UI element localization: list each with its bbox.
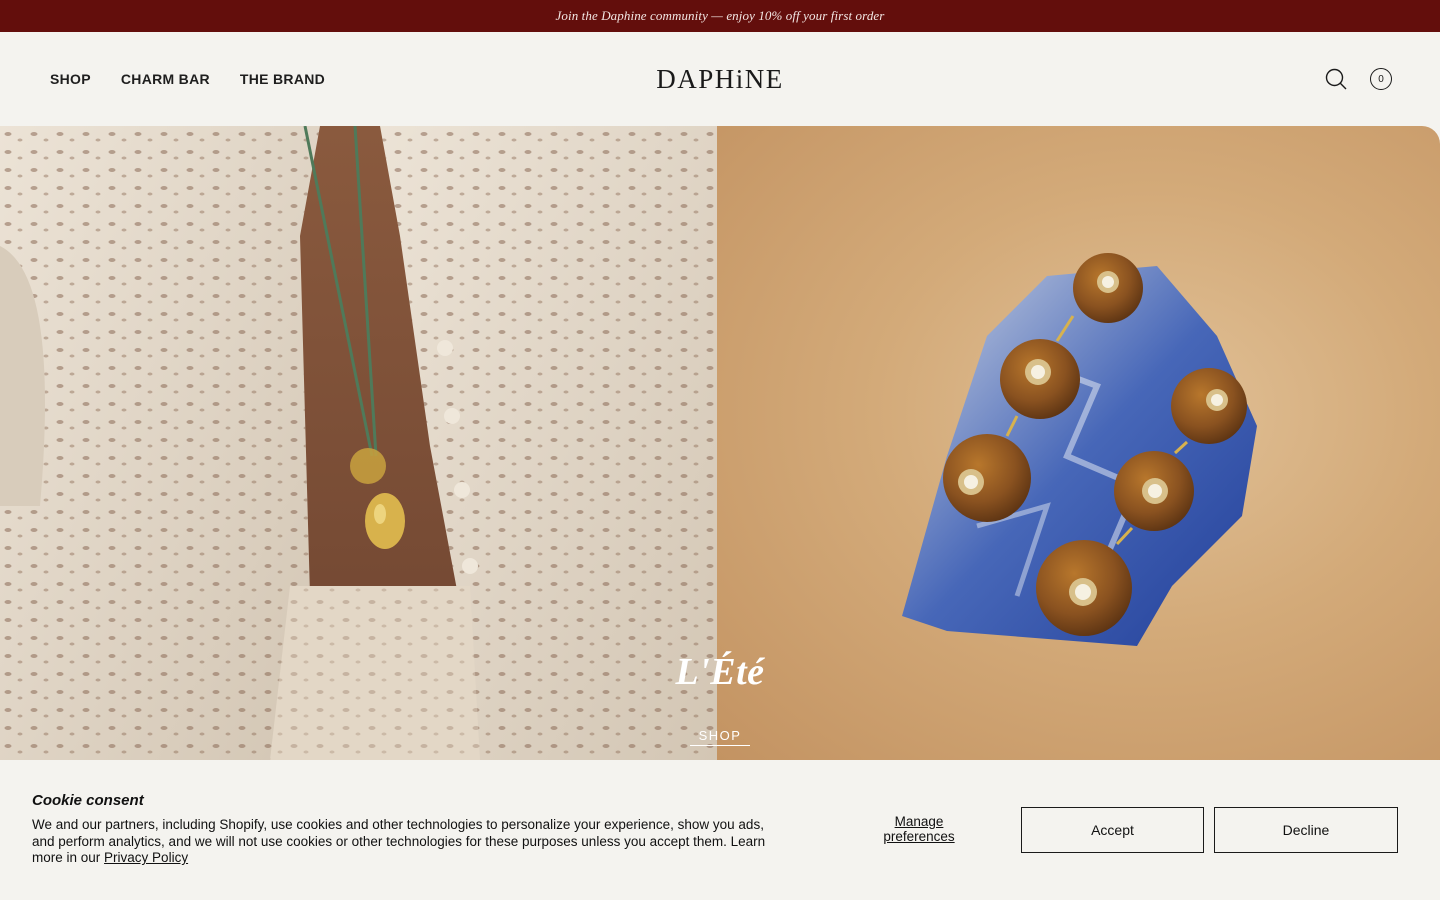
site-header: SHOP CHARM BAR THE BRAND DAPHiNE 0 bbox=[0, 32, 1440, 126]
nav-item-the-brand[interactable]: THE BRAND bbox=[240, 71, 325, 87]
cart-icon[interactable]: 0 bbox=[1370, 68, 1392, 90]
nav-item-charm-bar[interactable]: CHARM BAR bbox=[121, 71, 210, 87]
manage-preferences-link[interactable]: Manage preferences bbox=[858, 814, 980, 844]
hero-title: L'Été bbox=[675, 651, 765, 693]
header-icons: 0 bbox=[1324, 32, 1392, 126]
cart-count: 0 bbox=[1378, 73, 1384, 85]
privacy-policy-link[interactable]: Privacy Policy bbox=[104, 850, 188, 865]
main-nav: SHOP CHARM BAR THE BRAND bbox=[50, 32, 325, 126]
hero-banner[interactable]: L'Été SHOP bbox=[0, 126, 1440, 760]
accept-button[interactable]: Accept bbox=[1021, 807, 1204, 853]
cookie-description: We and our partners, including Shopify, … bbox=[32, 817, 772, 867]
cookie-consent-banner: Cookie consent We and our partners, incl… bbox=[0, 760, 1440, 900]
announcement-text: Join the Daphine community — enjoy 10% o… bbox=[555, 8, 885, 23]
nav-item-shop[interactable]: SHOP bbox=[50, 71, 91, 87]
decline-button[interactable]: Decline bbox=[1214, 807, 1398, 853]
hero-shop-link[interactable]: SHOP bbox=[690, 728, 750, 746]
announcement-bar: Join the Daphine community — enjoy 10% o… bbox=[0, 0, 1440, 32]
search-icon[interactable] bbox=[1324, 67, 1348, 91]
brand-logo[interactable]: DAPHiNE bbox=[620, 32, 820, 126]
cookie-title: Cookie consent bbox=[32, 792, 144, 809]
